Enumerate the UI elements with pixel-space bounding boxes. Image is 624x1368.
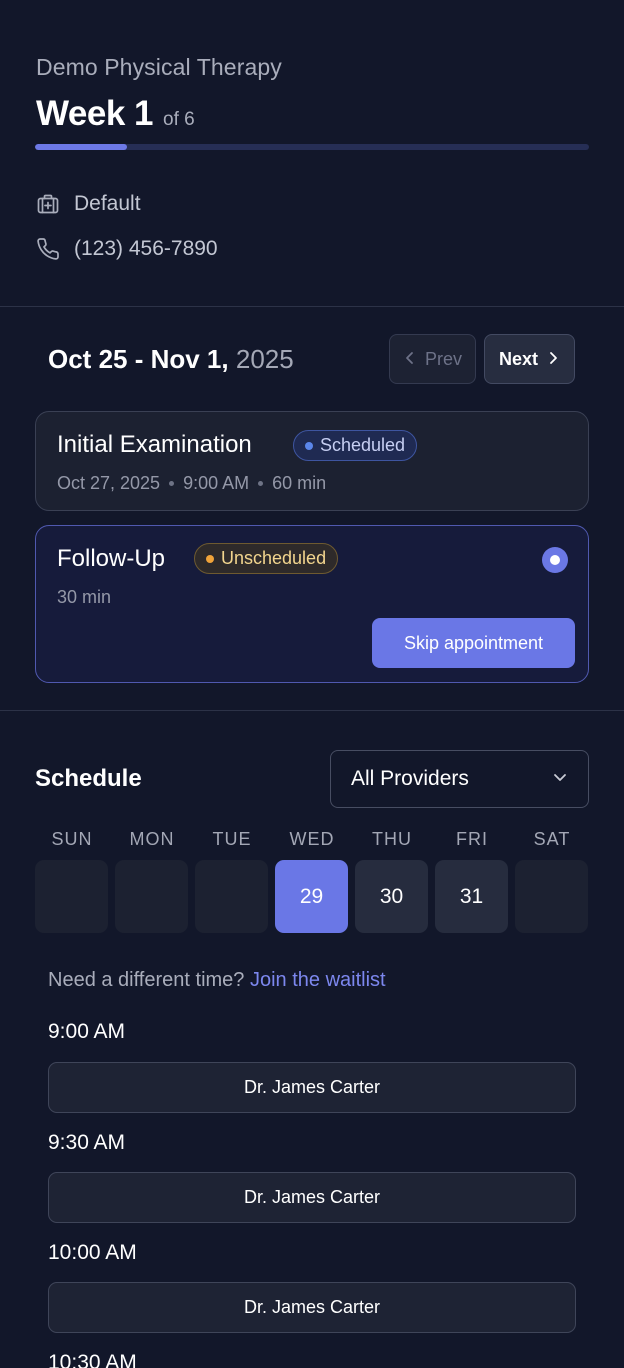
program-header: Demo Physical Therapy Week 1 of 6 Defaul… — [0, 0, 624, 307]
phone-icon — [36, 237, 60, 261]
separator-dot — [258, 481, 264, 486]
day-header-tue: TUE — [212, 829, 252, 849]
appointment-title: Follow-Up — [57, 545, 166, 572]
status-badge-scheduled: Scheduled — [293, 430, 418, 461]
day-cell-mon — [115, 860, 188, 933]
day-cell-fri[interactable]: 31 — [435, 860, 508, 933]
day-cell-tue — [195, 860, 268, 933]
next-label: Next — [498, 348, 538, 369]
slot-time: 10:00 AM — [48, 1241, 137, 1264]
week-title: Week 1 — [36, 94, 154, 133]
radio-dot — [550, 555, 560, 565]
booking-page: Demo Physical Therapy Week 1 of 6 Defaul… — [0, 0, 624, 1368]
phone-number[interactable]: (123) 456-7890 — [74, 237, 218, 261]
week-navigation-section: Oct 25 - Nov 1, 2025 Prev Next Initial E… — [0, 307, 624, 711]
appointment-meta: Oct 27, 2025 9:00 AM 60 min — [57, 473, 326, 494]
slot-provider-button[interactable]: Dr. James Carter — [48, 1172, 576, 1223]
next-week-button[interactable]: Next — [484, 334, 575, 384]
location-name: Default — [74, 192, 141, 215]
appointment-duration: 60 min — [272, 473, 327, 493]
separator-dot — [169, 481, 175, 486]
day-cell-sat — [515, 860, 588, 933]
day-header-thu: THU — [372, 829, 412, 849]
status-dot — [305, 441, 313, 450]
phone-row: (123) 456-7890 — [36, 237, 218, 261]
day-cell-wed[interactable]: 29 — [275, 860, 348, 933]
join-waitlist-link[interactable]: Join the waitlist — [250, 969, 386, 991]
week-indicator: Week 1 of 6 — [36, 94, 195, 134]
waitlist-text: Need a different time? — [48, 969, 245, 991]
prev-week-button[interactable]: Prev — [389, 334, 476, 384]
appointment-card-initial-examination[interactable]: Initial Examination Scheduled Oct 27, 20… — [35, 411, 589, 511]
date-range-year: 2025 — [235, 344, 294, 374]
day-header-fri: FRI — [456, 829, 488, 849]
location-row: Default — [36, 192, 141, 216]
day-cell-sun — [35, 860, 108, 933]
week-total: of 6 — [163, 109, 195, 130]
slot-time: 9:30 AM — [48, 1131, 126, 1154]
date-range-label: Oct 25 - Nov 1, — [48, 344, 229, 374]
skip-appointment-button[interactable]: Skip appointment — [372, 618, 575, 668]
appointment-time: 9:00 AM — [183, 473, 250, 493]
chevron-right-icon — [546, 349, 560, 370]
slot-provider-button[interactable]: Dr. James Carter — [48, 1062, 576, 1113]
status-dot — [206, 554, 214, 563]
day-header-wed: WED — [289, 829, 335, 849]
provider-select-value: All Providers — [351, 767, 469, 790]
appointment-duration: 30 min — [57, 587, 112, 607]
day-header-sat: SAT — [533, 829, 571, 849]
appointment-card-follow-up[interactable]: Follow-Up Unscheduled 30 min Skip appoin… — [35, 525, 589, 683]
day-header-mon: MON — [129, 829, 175, 849]
chevron-down-icon — [552, 767, 568, 791]
program-progress-fill — [35, 144, 128, 150]
day-header-sun: SUN — [51, 829, 93, 849]
date-range: Oct 25 - Nov 1, 2025 — [48, 344, 294, 375]
appointment-date: Oct 27, 2025 — [57, 473, 161, 493]
status-badge-unscheduled: Unscheduled — [194, 543, 339, 574]
provider-select[interactable]: All Providers — [330, 750, 589, 808]
chevron-left-icon — [403, 349, 417, 370]
slot-time: 9:00 AM — [48, 1020, 126, 1043]
clinic-name: Demo Physical Therapy — [36, 54, 282, 80]
day-cell-thu[interactable]: 30 — [355, 860, 428, 933]
waitlist-prompt: Need a different time? Join the waitlist — [48, 969, 386, 992]
appointment-title: Initial Examination — [57, 431, 252, 458]
prev-label: Prev — [424, 348, 462, 369]
appointment-meta: 30 min — [57, 587, 111, 608]
schedule-title: Schedule — [35, 765, 142, 792]
program-progress-bar — [35, 144, 589, 150]
medical-bag-icon — [36, 192, 60, 216]
status-label: Unscheduled — [221, 548, 327, 568]
status-label: Scheduled — [320, 435, 406, 455]
slot-provider-button[interactable]: Dr. James Carter — [48, 1282, 576, 1333]
slot-time: 10:30 AM — [48, 1351, 137, 1368]
selected-radio[interactable] — [542, 547, 568, 573]
